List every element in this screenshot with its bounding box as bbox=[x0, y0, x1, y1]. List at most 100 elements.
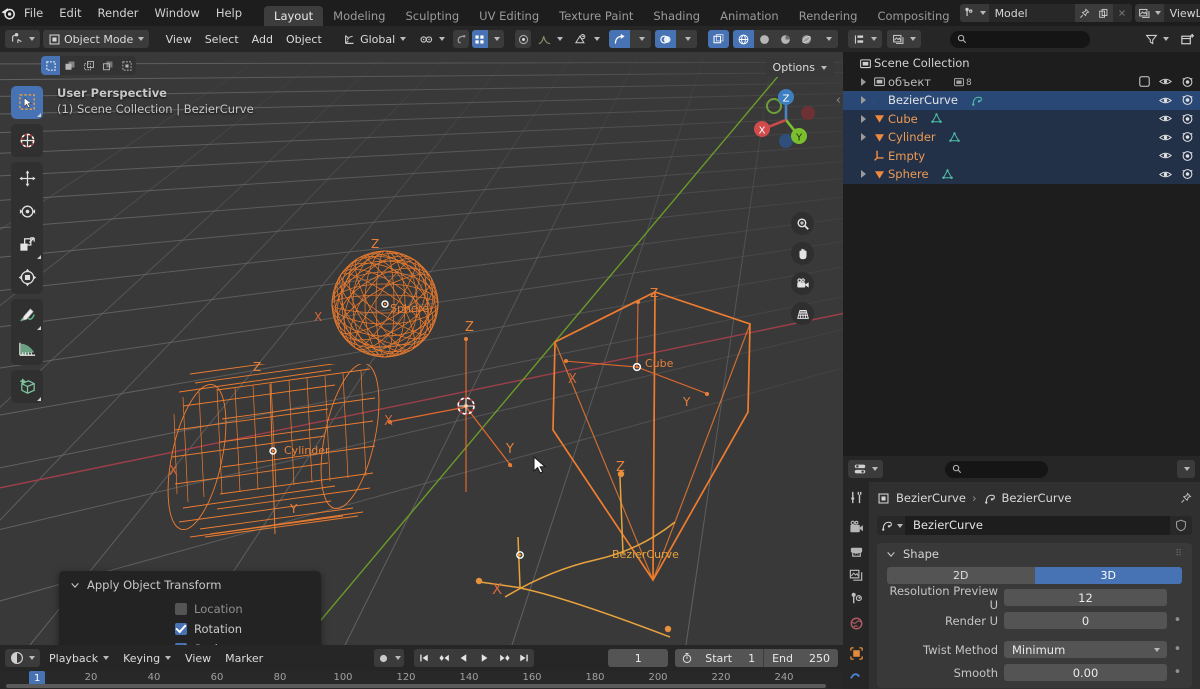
visibility-selector[interactable] bbox=[569, 30, 605, 48]
viewlayer-icon[interactable] bbox=[1134, 4, 1164, 22]
select-box-icon[interactable] bbox=[41, 56, 60, 75]
menu-object[interactable]: Object bbox=[281, 30, 327, 48]
rendered-shading-icon[interactable] bbox=[796, 30, 817, 48]
tab-render[interactable] bbox=[843, 516, 869, 540]
select-intersect-icon[interactable] bbox=[98, 56, 117, 75]
tool-measure[interactable] bbox=[11, 332, 43, 365]
delete-scene-icon[interactable] bbox=[1112, 4, 1132, 22]
breadcrumb-data-icon[interactable] bbox=[983, 492, 996, 505]
outliner-row-scene-collection[interactable]: Scene Collection bbox=[843, 54, 1200, 73]
operator-panel-header[interactable]: Apply Object Transform bbox=[59, 577, 321, 599]
outliner-search-input[interactable] bbox=[950, 30, 1090, 48]
blender-logo-icon[interactable] bbox=[0, 0, 16, 26]
outliner-row-cube[interactable]: Cube bbox=[843, 109, 1200, 128]
editor-type-selector[interactable] bbox=[5, 30, 40, 48]
scene-name[interactable]: Model bbox=[989, 7, 1075, 20]
pin-scene-icon[interactable] bbox=[1074, 4, 1094, 22]
proportional-edit-group[interactable] bbox=[453, 30, 470, 48]
shading-mode-group[interactable] bbox=[733, 30, 839, 48]
tab-layout[interactable]: Layout bbox=[264, 6, 324, 26]
3d-viewport[interactable]: Z X Sphere Z Y X Cylinder Z Y X Cube Z X… bbox=[0, 52, 843, 645]
outliner-row-empty[interactable]: Empty bbox=[843, 146, 1200, 165]
select-subtract-icon[interactable] bbox=[79, 56, 98, 75]
menu-keying[interactable]: Keying bbox=[118, 649, 176, 667]
checkbox-exclude-icon[interactable] bbox=[1139, 76, 1150, 87]
fake-user-shield-icon[interactable] bbox=[1170, 516, 1192, 535]
menu-view[interactable]: View bbox=[161, 30, 197, 48]
mesh-data-icon[interactable] bbox=[948, 131, 961, 144]
jump-to-prev-keyframe-button[interactable] bbox=[434, 649, 454, 667]
tab-animation[interactable]: Animation bbox=[710, 6, 789, 26]
gizmo-group[interactable] bbox=[609, 30, 652, 48]
select-mode-strip[interactable] bbox=[41, 56, 136, 75]
hide-in-viewport-icon[interactable] bbox=[1159, 169, 1172, 180]
new-collection-icon[interactable] bbox=[1180, 32, 1195, 47]
breadcrumb-data-name[interactable]: BezierCurve bbox=[1002, 491, 1072, 505]
jump-to-next-keyframe-button[interactable] bbox=[494, 649, 514, 667]
properties-editor[interactable]: BezierCurve › BezierCurve BezierCurve Sh… bbox=[843, 456, 1200, 689]
outliner-filter-button[interactable] bbox=[1140, 30, 1174, 48]
pan-hand-icon[interactable] bbox=[791, 242, 814, 265]
menu-select[interactable]: Select bbox=[200, 30, 244, 48]
jump-to-start-button[interactable] bbox=[414, 649, 434, 667]
proportional-falloff-selector[interactable] bbox=[534, 30, 566, 48]
jump-to-end-button[interactable] bbox=[514, 649, 534, 667]
menu-render[interactable]: Render bbox=[90, 3, 147, 23]
object-mode-selector[interactable]: Object Mode bbox=[43, 30, 150, 48]
timeline-editor-type[interactable] bbox=[5, 649, 40, 667]
toggle-perspective-icon[interactable] bbox=[791, 302, 814, 325]
hide-in-viewport-icon[interactable] bbox=[1159, 95, 1172, 106]
solid-shading-icon[interactable] bbox=[754, 30, 775, 48]
tab-object[interactable] bbox=[843, 641, 869, 665]
tool-annotate[interactable] bbox=[11, 299, 43, 332]
menu-help[interactable]: Help bbox=[208, 3, 250, 23]
outliner-row-cylinder[interactable]: Cylinder bbox=[843, 128, 1200, 147]
properties-search-input[interactable] bbox=[945, 460, 1048, 478]
expand-triangle-icon[interactable] bbox=[857, 133, 870, 142]
wireframe-shading-icon[interactable] bbox=[733, 30, 755, 48]
tool-add-cube[interactable] bbox=[11, 370, 43, 403]
curve-data-icon[interactable] bbox=[970, 94, 983, 107]
curve-data-browse-icon[interactable] bbox=[877, 516, 905, 535]
object-cylinder[interactable] bbox=[165, 364, 390, 549]
tab-sculpting[interactable]: Sculpting bbox=[395, 6, 469, 26]
viewlayer-selector[interactable]: ViewLayer bbox=[1134, 4, 1200, 22]
curve-dimension-toggle[interactable]: 2D 3D bbox=[887, 567, 1182, 584]
timeline-editor[interactable]: Playback Keying View Marker 1 Start 1 En… bbox=[0, 645, 843, 689]
navigation-gizmo[interactable]: Z Y X bbox=[751, 84, 821, 154]
transform-orientation-selector[interactable]: Global bbox=[338, 30, 411, 48]
scene-selector[interactable]: Model bbox=[959, 4, 1132, 22]
mesh-data-icon[interactable] bbox=[941, 168, 954, 181]
xray-toggle-group[interactable] bbox=[708, 30, 730, 48]
tool-scale[interactable] bbox=[11, 228, 43, 261]
camera-view-icon[interactable] bbox=[791, 272, 814, 295]
operator-option-location[interactable]: Location bbox=[59, 599, 321, 619]
viewlayer-name[interactable]: ViewLayer bbox=[1164, 7, 1200, 20]
auto-keying-toggle[interactable] bbox=[374, 649, 405, 667]
panel-drag-grip[interactable]: ⠿ bbox=[1175, 549, 1183, 559]
pivot-point-group[interactable] bbox=[515, 30, 532, 48]
options-button[interactable]: Options bbox=[765, 58, 834, 77]
tool-cursor[interactable] bbox=[11, 124, 43, 157]
checkbox-rotation[interactable] bbox=[175, 623, 187, 635]
overlay-dropdown-icon[interactable] bbox=[676, 30, 698, 48]
menu-window[interactable]: Window bbox=[146, 3, 207, 23]
disable-in-renders-icon[interactable] bbox=[1181, 113, 1194, 125]
outliner-display-mode[interactable] bbox=[887, 30, 921, 48]
end-frame-field[interactable]: End 250 bbox=[764, 649, 838, 667]
pin-id-icon[interactable] bbox=[1180, 492, 1192, 504]
sidebar-collapse-icon[interactable]: ‹ bbox=[836, 93, 841, 108]
tab-uv-editing[interactable]: UV Editing bbox=[469, 6, 549, 26]
snapping-group[interactable] bbox=[472, 30, 504, 48]
menu-playback[interactable]: Playback bbox=[44, 649, 114, 667]
select-invert-icon[interactable] bbox=[117, 56, 136, 75]
tab-tool[interactable] bbox=[843, 486, 869, 510]
tool-move[interactable] bbox=[11, 162, 43, 195]
dimension-2d-button[interactable]: 2D bbox=[887, 567, 1035, 584]
snap-magnet-toggle[interactable] bbox=[414, 30, 450, 48]
outliner-editor-type[interactable] bbox=[848, 30, 882, 48]
disable-in-renders-icon[interactable] bbox=[1181, 76, 1194, 88]
menu-add[interactable]: Add bbox=[247, 30, 278, 48]
object-bezier-curve[interactable] bbox=[460, 452, 720, 642]
disable-in-renders-icon[interactable] bbox=[1181, 131, 1194, 143]
